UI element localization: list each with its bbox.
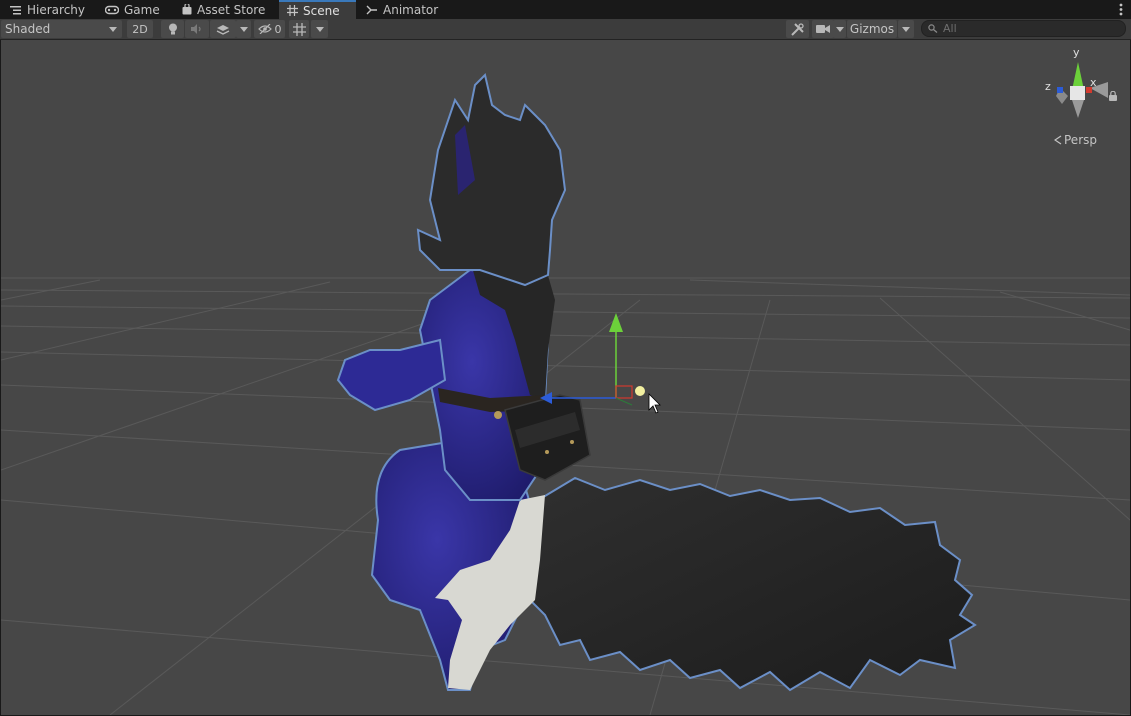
- lighting-toggle-button[interactable]: [161, 20, 184, 38]
- hierarchy-icon: [10, 5, 21, 14]
- bag-icon: [182, 4, 192, 15]
- animator-icon: [366, 5, 377, 14]
- axis-label-y: y: [1073, 46, 1080, 59]
- axis-label-x: x: [1090, 76, 1097, 89]
- gamepad-icon: [105, 5, 119, 14]
- more-options-icon[interactable]: [1119, 3, 1123, 16]
- mouse-cursor-icon: [648, 393, 661, 414]
- tools-icon: [791, 22, 804, 36]
- scene-viewport[interactable]: y x z Persp: [1, 40, 1130, 715]
- effects-dropdown-button[interactable]: [236, 20, 251, 38]
- projection-label: Persp: [1064, 133, 1097, 147]
- audio-toggle-button[interactable]: [185, 20, 209, 38]
- chevron-down-icon: [109, 26, 117, 32]
- grid-toggle-button[interactable]: [289, 20, 309, 38]
- scene-search-field[interactable]: [921, 20, 1126, 37]
- scene-visibility-toggle[interactable]: 0: [254, 20, 285, 38]
- scene-render: [1, 62, 1130, 715]
- chevron-left-icon: [1054, 135, 1062, 145]
- tab-scene[interactable]: Scene: [279, 0, 356, 19]
- lightbulb-icon: [168, 23, 177, 35]
- character-head: [416, 73, 567, 287]
- effects-toggle-button[interactable]: [210, 20, 236, 38]
- orientation-gizmo[interactable]: [1056, 62, 1108, 118]
- search-input[interactable]: [943, 22, 1113, 35]
- axis-label-z: z: [1045, 80, 1051, 93]
- tab-hierarchy[interactable]: Hierarchy: [2, 0, 93, 19]
- tab-label: Hierarchy: [27, 2, 86, 17]
- chevron-down-icon: [835, 26, 844, 32]
- tab-animator[interactable]: Animator: [358, 0, 446, 19]
- gizmos-toggle-button[interactable]: Gizmos: [847, 20, 897, 38]
- tab-game[interactable]: Game: [97, 0, 168, 19]
- camera-dropdown-button[interactable]: [833, 20, 846, 38]
- tab-asset-store[interactable]: Asset Store: [174, 0, 273, 19]
- camera-icon: [816, 25, 830, 33]
- tab-label: Animator: [383, 2, 439, 17]
- speaker-icon: [191, 24, 201, 34]
- transform-gizmo[interactable]: [540, 313, 645, 406]
- camera-settings-button[interactable]: [812, 20, 834, 38]
- shading-mode-label: Shaded: [5, 22, 51, 36]
- chevron-down-icon: [239, 26, 248, 32]
- chevron-down-icon: [315, 26, 324, 32]
- editor-tab-bar: Hierarchy Game Asset Store Scene Animato…: [0, 0, 1131, 19]
- tools-button[interactable]: [786, 20, 809, 38]
- grid-dropdown-button[interactable]: [311, 20, 328, 38]
- tab-label: Scene: [303, 3, 340, 18]
- gizmos-label: Gizmos: [849, 22, 895, 36]
- 2d-toggle-button[interactable]: 2D: [127, 20, 153, 38]
- tab-label: Game: [124, 2, 160, 17]
- character-model[interactable]: [336, 73, 977, 692]
- 2d-label: 2D: [132, 22, 148, 36]
- layers-effects-icon: [216, 25, 230, 35]
- gizmos-dropdown-button[interactable]: [898, 20, 914, 38]
- eye-hidden-icon: [257, 24, 272, 34]
- scene-toolbar: Shaded 2D 0 Gizmos: [0, 19, 1131, 40]
- projection-toggle[interactable]: Persp: [1054, 133, 1097, 147]
- grid-icon: [287, 5, 298, 16]
- search-icon: [928, 24, 938, 33]
- grid-snap-icon: [292, 22, 306, 36]
- character-tail: [529, 476, 977, 692]
- lock-icon[interactable]: [1109, 91, 1117, 101]
- tab-label: Asset Store: [197, 2, 266, 17]
- hidden-count: 0: [274, 22, 282, 36]
- chevron-down-icon: [902, 26, 910, 32]
- shading-mode-dropdown[interactable]: Shaded: [1, 20, 122, 38]
